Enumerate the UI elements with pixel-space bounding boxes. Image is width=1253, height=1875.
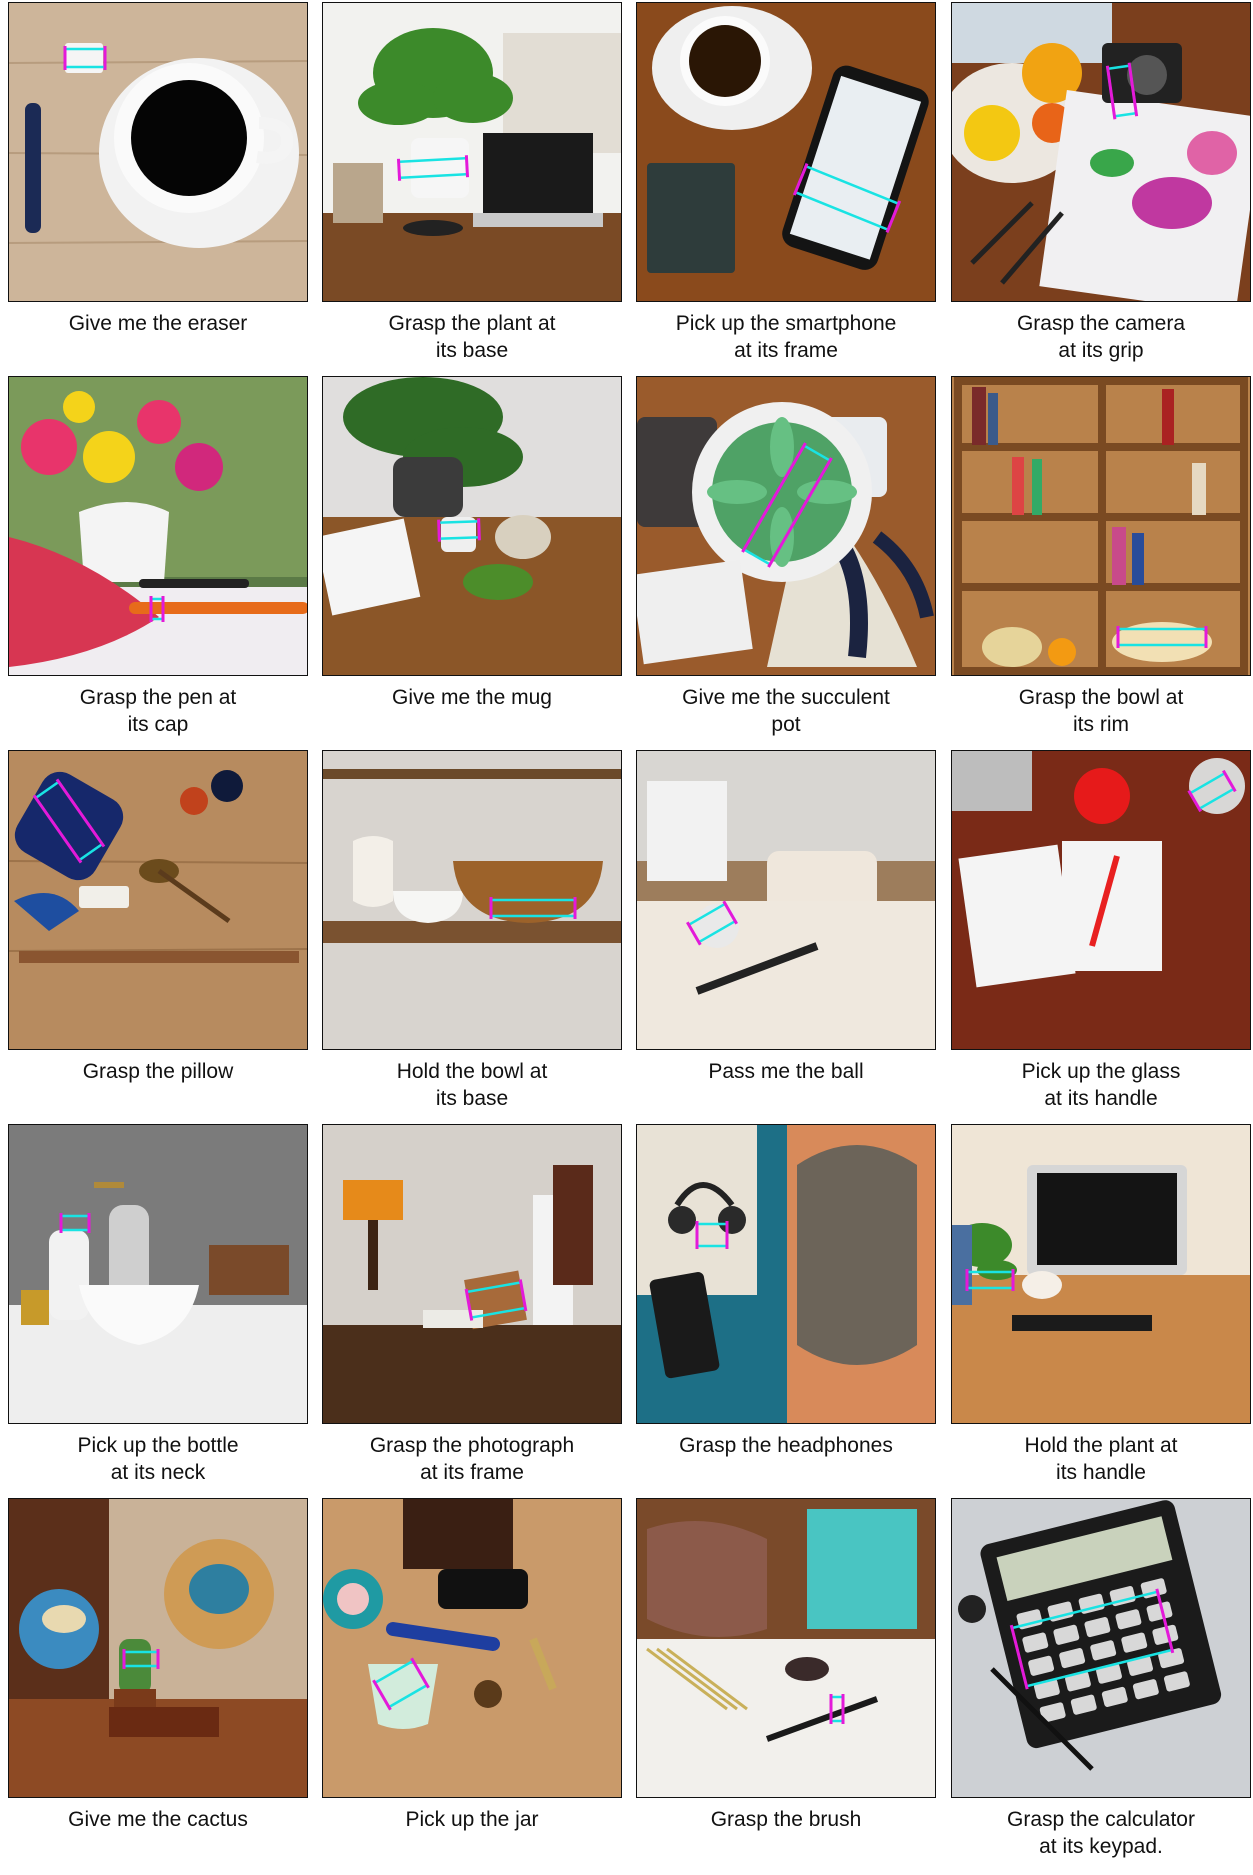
caption-line: at its keypad. [1039, 1835, 1163, 1858]
caption-line: pot [771, 713, 801, 736]
instruction-caption: Grasp the bowl at its rim [951, 684, 1251, 738]
caption-line: Grasp the pillow [82, 1060, 234, 1083]
instruction-caption: Give me the succulent pot [636, 684, 936, 738]
caption-line: Give me the cactus [68, 1808, 248, 1831]
scene-photo [8, 2, 308, 302]
caption-line: Give me the eraser [68, 312, 248, 335]
caption-line: Grasp the photograph [369, 1434, 575, 1457]
caption-line: at its grip [1058, 339, 1144, 362]
instruction-caption: Pick up the bottle at its neck [8, 1432, 308, 1486]
caption-line: at its neck [110, 1461, 206, 1484]
instruction-caption: Hold the bowl at its base [322, 1058, 622, 1112]
caption-line: its rim [1073, 713, 1129, 736]
scene-photo [322, 1124, 622, 1424]
scene-photo [322, 2, 622, 302]
image-grid: Give me the eraser Grasp the plant at its… [0, 0, 1253, 1875]
caption-line: Pass me the ball [708, 1060, 864, 1083]
caption-line: Give me the mug [392, 686, 552, 709]
instruction-caption: Grasp the photograph at its frame [322, 1432, 622, 1486]
scene-photo [951, 2, 1251, 302]
caption-line: Grasp the headphones [679, 1434, 893, 1457]
instruction-caption: Grasp the pen at its cap [8, 684, 308, 738]
instruction-caption: Give me the eraser [8, 310, 308, 337]
scene-photo [636, 2, 936, 302]
caption-line: Pick up the jar [405, 1808, 539, 1831]
caption-line: its handle [1056, 1461, 1146, 1484]
scene-photo [322, 376, 622, 676]
caption-line: Grasp the calculator [1007, 1808, 1195, 1831]
scene-photo [636, 750, 936, 1050]
scene-photo [951, 1124, 1251, 1424]
caption-line: Pick up the smartphone [675, 312, 897, 335]
instruction-caption: Grasp the brush [636, 1806, 936, 1833]
instruction-caption: Grasp the pillow [8, 1058, 308, 1085]
scene-photo [8, 1124, 308, 1424]
instruction-caption: Hold the plant at its handle [951, 1432, 1251, 1486]
scene-photo [322, 1498, 622, 1798]
scene-photo [636, 376, 936, 676]
caption-line: Pick up the bottle [77, 1434, 239, 1457]
scene-photo [951, 750, 1251, 1050]
scene-photo [951, 376, 1251, 676]
caption-line: Give me the succulent [682, 686, 890, 709]
instruction-caption: Give me the mug [322, 684, 622, 711]
instruction-caption: Grasp the plant at its base [322, 310, 622, 364]
caption-line: Hold the plant at [1024, 1434, 1178, 1457]
caption-line: its base [435, 1087, 509, 1110]
instruction-caption: Pick up the glass at its handle [951, 1058, 1251, 1112]
caption-line: Hold the bowl at [396, 1060, 548, 1083]
caption-line: at its handle [1044, 1087, 1158, 1110]
instruction-caption: Grasp the calculator at its keypad. [951, 1806, 1251, 1860]
caption-line: at its frame [734, 339, 838, 362]
caption-line: Grasp the plant at [388, 312, 556, 335]
instruction-caption: Pick up the smartphone at its frame [636, 310, 936, 364]
caption-line: Grasp the pen at [79, 686, 237, 709]
instruction-caption: Give me the cactus [8, 1806, 308, 1833]
scene-photo [636, 1124, 936, 1424]
instruction-caption: Pick up the jar [322, 1806, 622, 1833]
scene-photo [951, 1498, 1251, 1798]
scene-photo [8, 750, 308, 1050]
scene-photo [322, 750, 622, 1050]
instruction-caption: Pass me the ball [636, 1058, 936, 1085]
caption-line: at its frame [420, 1461, 524, 1484]
scene-photo [8, 376, 308, 676]
caption-line: Grasp the bowl at [1018, 686, 1184, 709]
instruction-caption: Grasp the headphones [636, 1432, 936, 1459]
caption-line: Pick up the glass [1021, 1060, 1181, 1083]
caption-line: Grasp the brush [710, 1808, 862, 1831]
scene-photo [636, 1498, 936, 1798]
caption-line: Grasp the camera [1016, 312, 1186, 335]
caption-line: its base [435, 339, 509, 362]
scene-photo [8, 1498, 308, 1798]
instruction-caption: Grasp the camera at its grip [951, 310, 1251, 364]
caption-line: its cap [127, 713, 189, 736]
